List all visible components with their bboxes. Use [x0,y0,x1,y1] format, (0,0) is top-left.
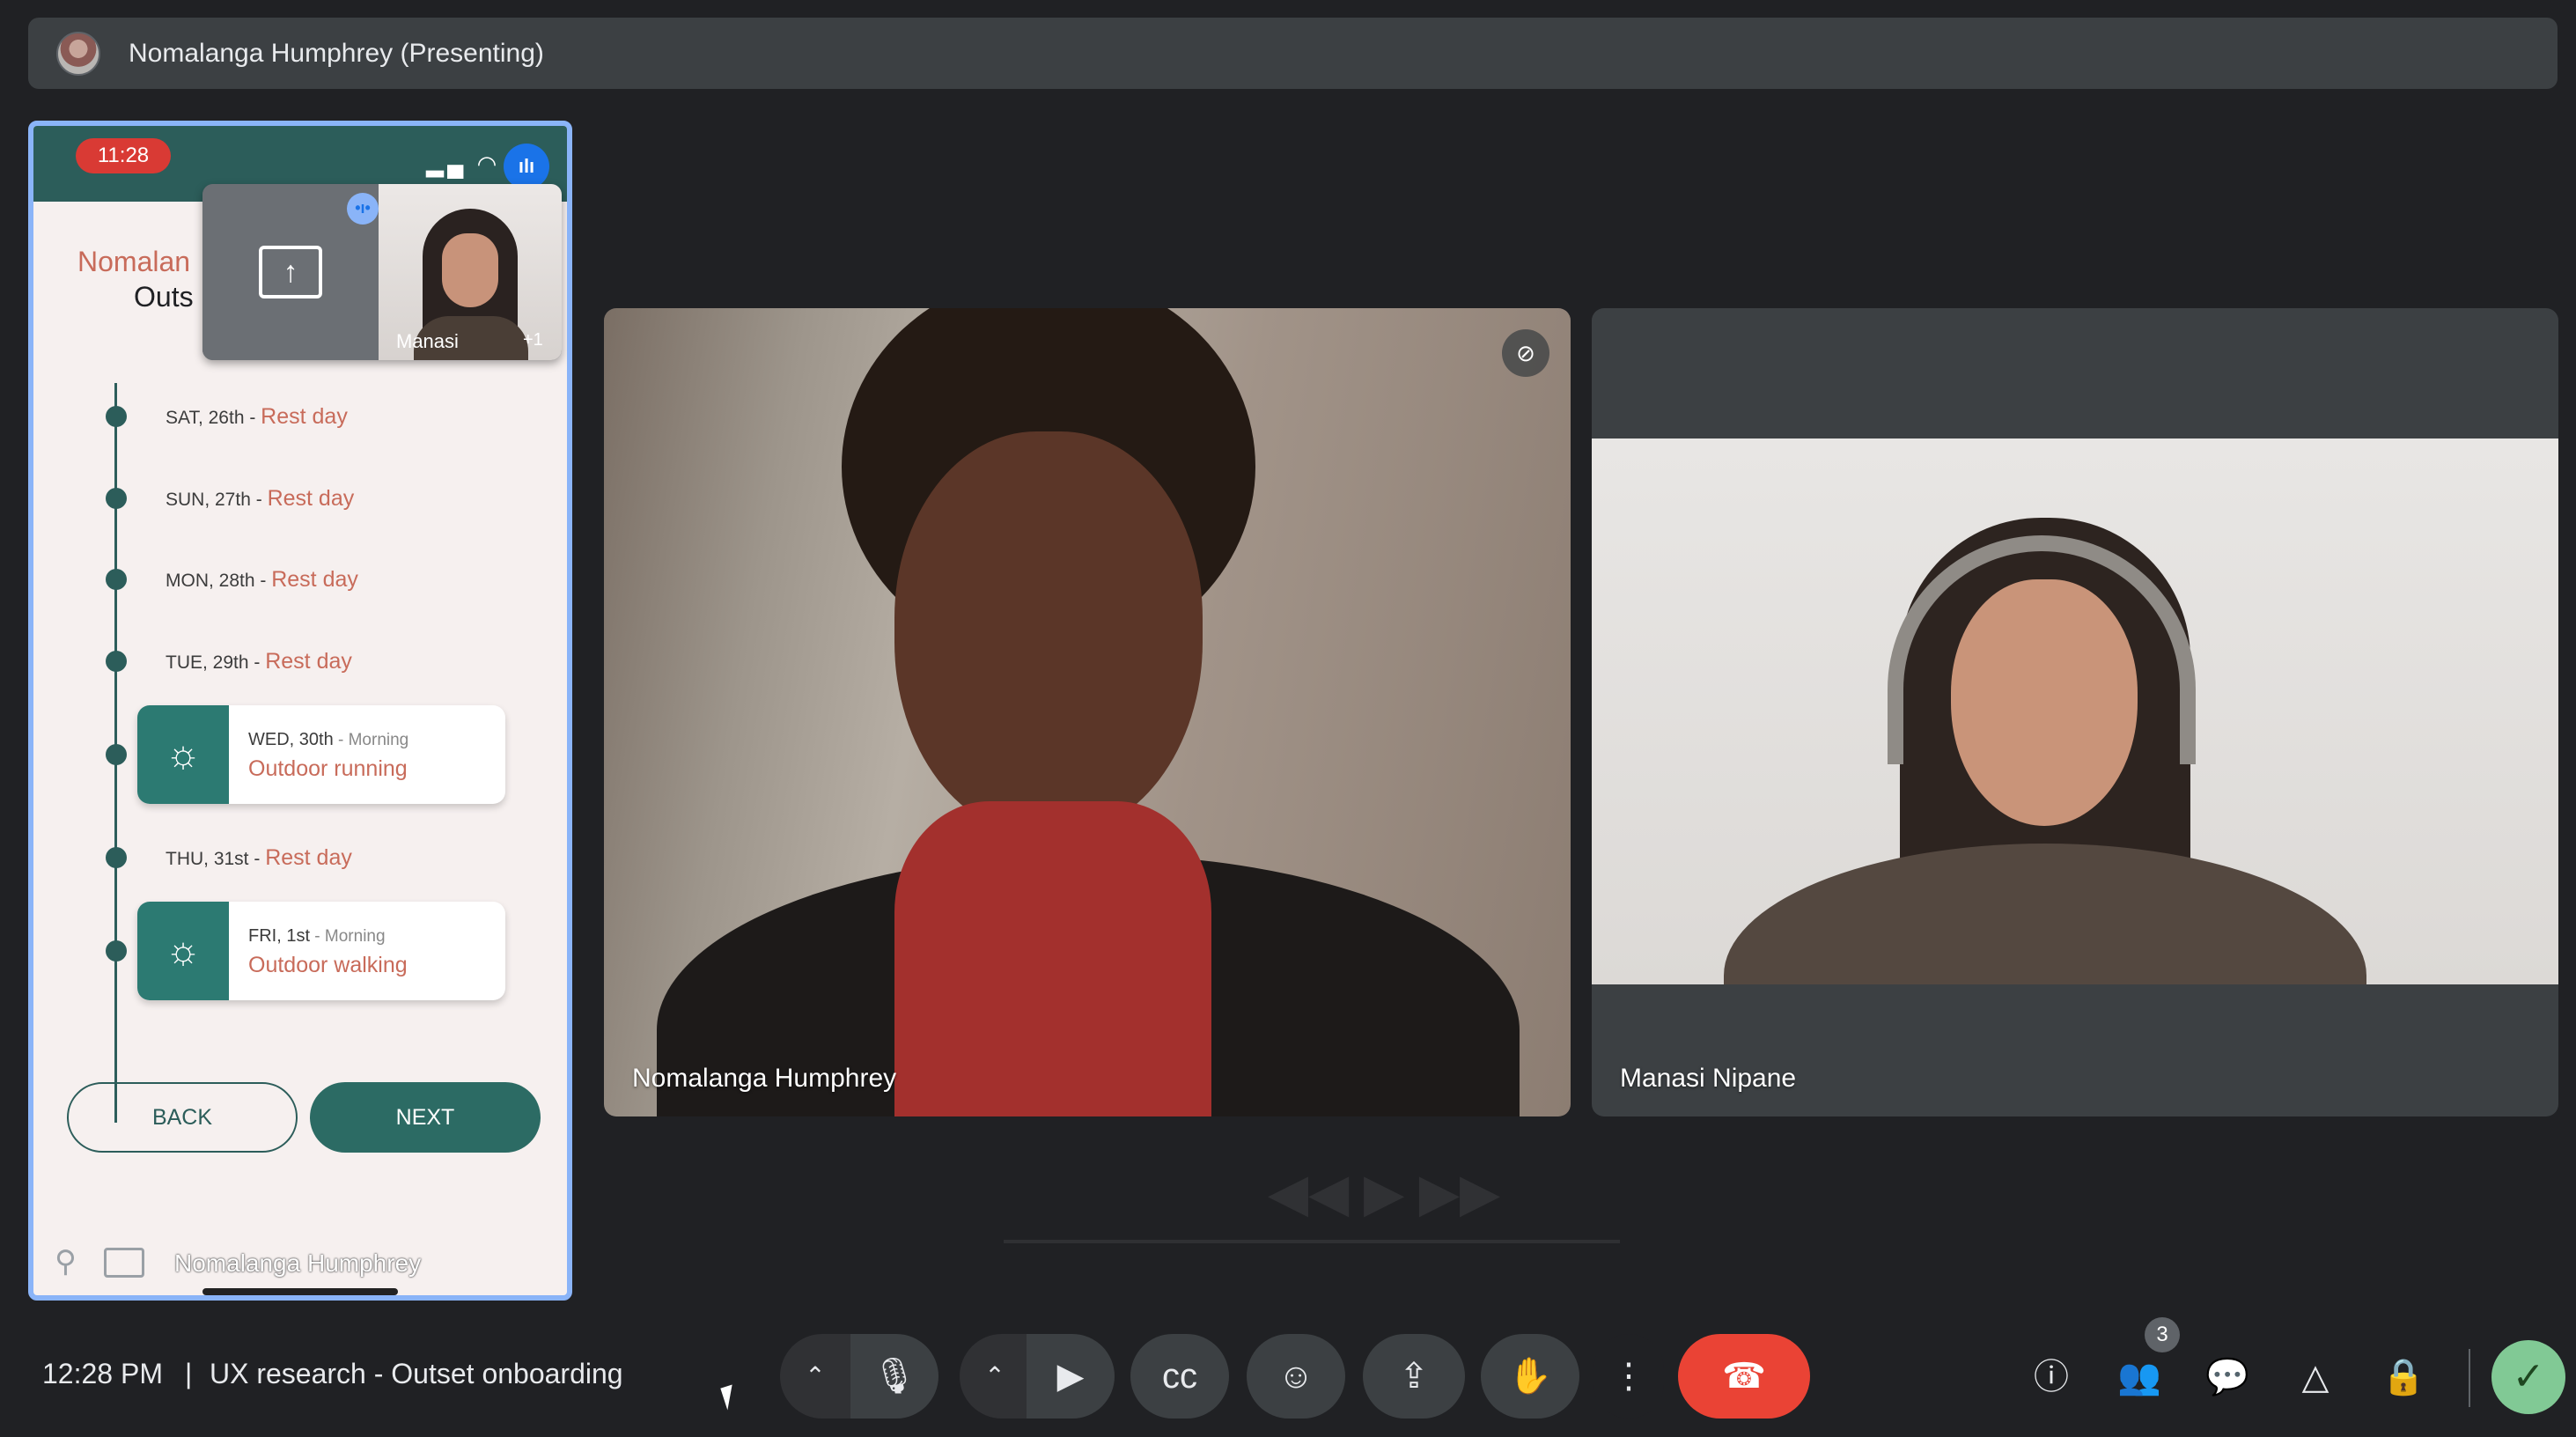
sun-icon: ☼ [137,705,229,804]
sun-icon: ☼ [137,902,229,1000]
phone-status-time: 11:28 [76,138,171,173]
participant-tile[interactable]: ⊘ Nomalanga Humphrey [604,308,1571,1116]
timeline-dot [106,569,127,590]
timeline-dot [106,744,127,765]
back-button[interactable]: BACK [67,1082,298,1153]
mouse-cursor [720,1384,740,1411]
participant-count-badge: 3 [2145,1317,2180,1352]
schedule-date: WED, 30th [248,730,334,749]
schedule-date: THU, 31st [166,849,249,869]
pin-icon[interactable]: ⚲ [55,1244,77,1279]
host-controls-icon[interactable]: 🔒 [2377,1351,2430,1404]
activity-name: Outdoor walking [248,953,408,977]
schedule-status: Rest day [267,486,355,511]
schedule-date: TUE, 29th [166,652,249,673]
list-item: SAT, 26th - Rest day [33,390,567,443]
speaking-indicator-icon: ılı [504,144,549,189]
end-call-button[interactable]: ☎ [1678,1334,1810,1419]
chat-icon[interactable]: 💬 [2201,1351,2254,1404]
info-icon[interactable]: ⓘ [2025,1351,2078,1404]
activity-name: Outdoor running [248,756,408,781]
audio-options-button[interactable]: ⌃ [780,1334,850,1419]
time-of-day: Morning [324,927,386,946]
audio-level-icon: •ı• [347,193,379,225]
seek-bar [1004,1240,1620,1243]
emoji-button[interactable]: ☺ [1247,1334,1345,1419]
participant-video [1592,438,2558,984]
host-shield-icon[interactable]: ✓ [2491,1340,2565,1414]
schedule-date: SUN, 27th [166,490,251,510]
timeline-dot [106,406,127,427]
video-options-button[interactable]: ⌃ [960,1334,1030,1419]
meeting-title: UX research - Outset onboarding [210,1358,623,1389]
schedule-date: FRI, 1st [248,926,311,946]
signal-wifi-icon: ▂▄ ◠ [426,151,501,177]
self-view-pip[interactable]: ↑ •ı• Manasi +1 [202,184,562,360]
presenter-name: Nomalanga Humphrey [174,1249,422,1277]
presenter-avatar [56,31,100,76]
schedule-date: SAT, 26th [166,408,245,428]
microphone-button[interactable]: 🎙 [850,1334,938,1419]
pip-name: Manasi [396,330,459,352]
timeline-dot [106,940,127,962]
phone-header-name: Nomalan [77,246,191,277]
pip-extra-count: +1 [523,330,543,350]
captions-button[interactable]: cc [1130,1334,1229,1419]
participant-name: Manasi Nipane [1620,1064,1797,1093]
presenting-bar: Nomalanga Humphrey (Presenting) [28,18,2558,89]
mic-off-icon: ⊘ [1502,329,1549,377]
next-button[interactable]: NEXT [310,1082,541,1153]
timeline-dot [106,847,127,868]
clock: 12:28 PM [42,1358,163,1389]
present-button[interactable]: ⇪ [1363,1334,1465,1419]
participant-tile[interactable]: Manasi Nipane [1592,308,2558,1116]
activities-icon[interactable]: △ [2289,1351,2342,1404]
list-item: THU, 31st - Rest day [33,831,567,884]
schedule-status: Rest day [265,845,352,870]
people-icon[interactable]: 👥 [2113,1351,2166,1404]
camera-button[interactable]: ▶ [1027,1334,1115,1419]
more-options-button[interactable]: ⋮ [1593,1334,1664,1419]
list-item: SUN, 27th - Rest day [33,472,567,525]
time-of-day: Morning [348,731,409,749]
phone-header-sub: Outs [134,281,194,313]
participant-name: Nomalanga Humphrey [632,1064,897,1093]
present-icon [104,1248,144,1278]
schedule-date: MON, 28th [166,571,255,591]
list-item: TUE, 29th - Rest day [33,635,567,688]
raise-hand-button[interactable]: ✋ [1481,1334,1579,1419]
divider [2469,1349,2470,1407]
shared-screen[interactable]: 11:28 ▂▄ ◠ ılı Nomalan Outs ↑ •ı• Manasi… [28,121,572,1301]
schedule-status: Rest day [261,404,348,429]
timeline-dot [106,651,127,672]
separator: | [185,1358,193,1389]
schedule-status: Rest day [265,649,352,674]
timeline-dot [106,488,127,509]
faded-playback-controls: ◀◀ ▶ ▶▶ [907,1162,1699,1259]
list-item: MON, 28th - Rest day [33,553,567,606]
home-indicator [202,1288,398,1295]
activity-card[interactable]: ☼ FRI, 1st - Morning Outdoor walking [137,902,505,1000]
tile-footer: ⚲ Nomalanga Humphrey [33,1237,567,1290]
activity-card[interactable]: ☼ WED, 30th - Morning Outdoor running [137,705,505,804]
play-icon: ◀◀ ▶ ▶▶ [1268,1163,1501,1222]
schedule-status: Rest day [271,567,358,592]
presenting-title: Nomalanga Humphrey (Presenting) [129,38,544,68]
share-screen-icon: ↑ [259,246,322,298]
